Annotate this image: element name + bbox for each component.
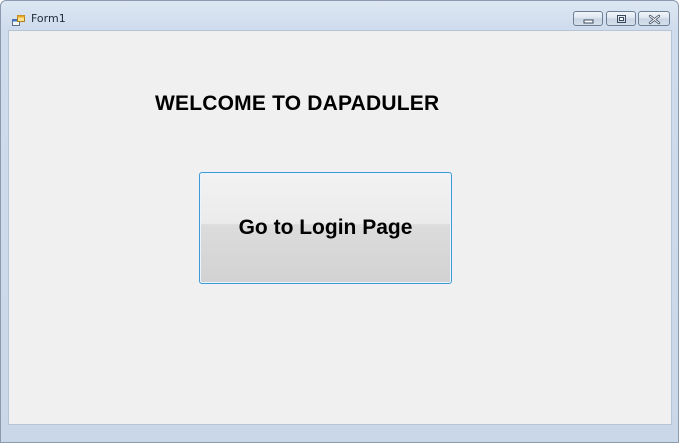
go-to-login-button-label: Go to Login Page: [238, 216, 413, 239]
window-title: Form1: [31, 12, 66, 25]
close-button[interactable]: [638, 11, 670, 26]
maximize-button[interactable]: [606, 11, 636, 26]
restore-icon: [617, 15, 626, 23]
title-bar[interactable]: Form1: [1, 1, 678, 31]
window-bottom-frame: [1, 425, 678, 442]
form1-window: Form1 WELCOME TO DAPADULER Go to Login P…: [0, 0, 679, 443]
minimize-icon: [583, 19, 594, 24]
minimize-button[interactable]: [573, 11, 603, 26]
go-to-login-button[interactable]: Go to Login Page: [199, 172, 452, 284]
form-app-icon: [12, 12, 26, 26]
form-client-area: WELCOME TO DAPADULER Go to Login Page: [8, 30, 672, 425]
close-icon: [648, 14, 661, 25]
welcome-heading: WELCOME TO DAPADULER: [155, 92, 440, 115]
